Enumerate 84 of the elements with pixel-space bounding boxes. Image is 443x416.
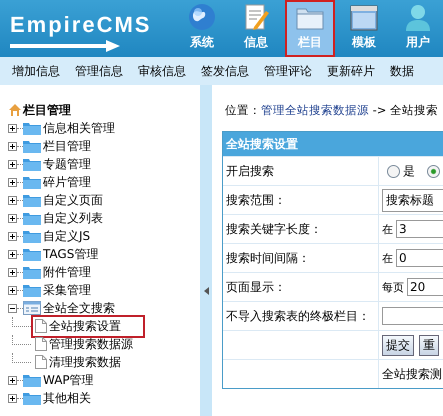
expand-icon[interactable]: [8, 124, 17, 132]
tree-item[interactable]: 碎片管理: [43, 174, 91, 190]
nav-tab[interactable]: 用户: [393, 0, 443, 57]
menu-link[interactable]: 签发信息: [201, 62, 255, 80]
radio-label: 是: [403, 162, 415, 180]
table-header: 全站搜索设置: [223, 132, 443, 156]
page-icon: [35, 355, 47, 369]
folder-icon: [23, 283, 41, 297]
expand-icon[interactable]: [8, 142, 17, 150]
nav-tab[interactable]: 信息: [231, 0, 281, 57]
tree-item[interactable]: 自定义页面: [43, 192, 103, 208]
radio-button[interactable]: [387, 164, 400, 178]
page-icon: [35, 337, 47, 351]
tree-title: 栏目管理: [23, 102, 71, 118]
user-icon: [404, 3, 432, 31]
tree-item[interactable]: 自定义列表: [43, 210, 103, 226]
folder-icon: [23, 193, 41, 207]
field-label: 页面显示：: [226, 278, 286, 296]
expand-icon[interactable]: [8, 178, 17, 186]
folder-icon: [23, 175, 41, 189]
folder-icon: [23, 373, 41, 387]
expand-icon[interactable]: [8, 376, 17, 384]
menu-link[interactable]: 管理信息: [75, 62, 129, 80]
expand-icon[interactable]: [8, 394, 17, 402]
input-field[interactable]: 3: [396, 220, 443, 238]
expand-icon[interactable]: [8, 286, 17, 294]
nav-tab[interactable]: 模板: [339, 0, 389, 57]
page-icon: [35, 319, 47, 333]
house-icon: [8, 103, 22, 117]
folder-icon: [23, 139, 41, 153]
tree-item[interactable]: 附件管理: [43, 264, 91, 280]
field-label: 搜索时间间隔：: [226, 250, 310, 266]
expand-icon[interactable]: [8, 214, 17, 222]
expand-icon[interactable]: [8, 196, 17, 204]
globe-icon: [188, 3, 216, 31]
folder-icon: [23, 229, 41, 243]
folder-icon: [23, 157, 41, 171]
nav-tab[interactable]: 系统: [177, 0, 227, 57]
field-label: 搜索范围：: [226, 192, 286, 208]
dropdown[interactable]: 搜索标题: [382, 188, 443, 212]
info-text: 全站搜索测: [382, 366, 442, 382]
folder-icon: [23, 121, 41, 135]
breadcrumb-link[interactable]: 管理全站搜索数据源: [261, 103, 369, 117]
input-field[interactable]: [382, 307, 443, 325]
tree-item[interactable]: 专题管理: [43, 156, 91, 172]
tree-item[interactable]: 信息相关管理: [43, 120, 115, 136]
list-folder-icon: [23, 301, 41, 315]
breadcrumb: 位置：管理全站搜索数据源 -> 全站搜索: [224, 103, 440, 119]
collapse-icon[interactable]: [8, 304, 17, 312]
field-label: 不导入搜索表的终极栏目：: [226, 308, 370, 324]
radio-button[interactable]: [427, 164, 440, 178]
field-label: 搜索关键字长度：: [226, 220, 322, 238]
field-prefix: 每页: [382, 280, 404, 294]
tree-item[interactable]: 采集管理: [43, 282, 91, 298]
field-prefix: 在: [382, 250, 393, 266]
menu-link[interactable]: 增加信息: [12, 62, 66, 80]
folder-icon: [23, 391, 41, 405]
tree-item[interactable]: 全站搜索设置: [31, 314, 145, 338]
expand-icon[interactable]: [8, 250, 17, 258]
expand-icon[interactable]: [8, 268, 17, 276]
expand-icon[interactable]: [8, 232, 17, 240]
tree-item[interactable]: 栏目管理: [43, 138, 91, 154]
input-field[interactable]: 0: [396, 249, 443, 267]
menu-link[interactable]: 审核信息: [138, 62, 192, 80]
folder-icon: [23, 247, 41, 261]
menu-link[interactable]: 数据: [390, 62, 420, 80]
form-button[interactable]: 提交: [382, 334, 414, 356]
collapse-arrow-icon[interactable]: [204, 286, 208, 294]
tree-item[interactable]: WAP管理: [43, 372, 94, 388]
window-icon: [350, 5, 378, 31]
folder-icon: [23, 211, 41, 225]
tree-item[interactable]: 全站全文搜索: [43, 300, 115, 316]
logo: EmpireCMS: [0, 0, 177, 57]
tree-item[interactable]: 自定义JS: [43, 228, 90, 244]
expand-icon[interactable]: [8, 160, 17, 168]
field-prefix: 在: [382, 222, 393, 236]
form-button[interactable]: 重: [419, 334, 439, 356]
field-label: 开启搜索: [226, 162, 274, 180]
input-field[interactable]: 20: [407, 278, 443, 296]
menu-link[interactable]: 更新碎片: [327, 62, 381, 80]
folder-icon: [23, 265, 41, 279]
tree-item[interactable]: TAGS管理: [43, 246, 98, 262]
tree-item[interactable]: 其他相关: [43, 390, 91, 406]
menu-link[interactable]: 管理评论: [264, 62, 318, 80]
